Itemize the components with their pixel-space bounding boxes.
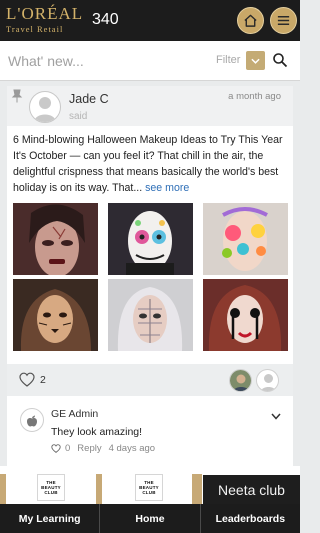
menu-button[interactable] [270, 7, 297, 34]
nav-home[interactable]: Home [100, 504, 201, 533]
search-bar: Filter [0, 41, 300, 81]
see-more-link[interactable]: see more [145, 182, 189, 194]
post-like-count: 2 [40, 374, 46, 386]
logo-subtitle: Travel Retail [6, 24, 64, 34]
promo-gold-edge [96, 474, 102, 504]
apple-icon [27, 415, 37, 426]
search-input[interactable] [8, 50, 198, 72]
commenter-avatar[interactable] [20, 408, 44, 432]
comment-like-count: 0 [65, 443, 71, 454]
chevron-down-icon[interactable] [271, 413, 281, 420]
post-image[interactable] [108, 203, 193, 275]
reply-link[interactable]: Reply [77, 443, 101, 454]
beauty-club-badge[interactable]: THE BEAUTY CLUB [37, 474, 65, 501]
nav-my-learning[interactable]: My Learning [0, 504, 101, 533]
heart-icon[interactable] [19, 372, 35, 387]
post-footer: 2 [7, 364, 293, 396]
home-button[interactable] [237, 7, 264, 34]
comment: GE Admin They look amazing! 0 Reply 4 da… [7, 402, 293, 462]
promo-gold-edge [0, 474, 6, 504]
pin-icon [11, 89, 23, 103]
heart-icon[interactable] [51, 444, 61, 453]
post-card: Jade C said a month ago 6 Mind-blowing H… [7, 86, 293, 466]
hamburger-icon [277, 16, 290, 25]
app-header: L'ORÉAL Travel Retail 340 [0, 0, 300, 41]
comment-text: They look amazing! [51, 426, 143, 438]
post-image[interactable] [203, 203, 288, 275]
comment-author[interactable]: GE Admin [51, 408, 98, 420]
loreal-travel-retail-logo[interactable]: L'ORÉAL Travel Retail [6, 4, 84, 35]
post-image-grid [13, 203, 288, 351]
author-avatar[interactable] [29, 91, 61, 123]
badge-line: CLUB [142, 490, 156, 495]
bottom-nav: My Learning Home Leaderboards [0, 504, 300, 533]
beauty-club-badge[interactable]: THE BEAUTY CLUB [135, 474, 163, 501]
post-image[interactable] [108, 279, 193, 351]
user-silhouette-icon [34, 97, 56, 122]
badge-line: CLUB [44, 490, 58, 495]
logo-brand: L'ORÉAL [6, 4, 84, 23]
liker-avatar[interactable] [229, 369, 252, 392]
neeta-club-button[interactable]: Neeta club [203, 475, 300, 504]
chevron-down-icon [251, 58, 260, 64]
post-image[interactable] [13, 203, 98, 275]
post-image[interactable] [203, 279, 288, 351]
comment-meta: 0 Reply 4 days ago [51, 443, 155, 454]
post-image[interactable] [13, 279, 98, 351]
post-said-label: said [69, 111, 88, 122]
post-timestamp: a month ago [228, 91, 281, 102]
post-body: 6 Mind-blowing Halloween Makeup Ideas to… [13, 132, 289, 196]
nav-leaderboards[interactable]: Leaderboards [201, 504, 300, 533]
promo-gold-edge [192, 474, 202, 504]
filter-dropdown-button[interactable] [246, 51, 265, 70]
comment-timestamp: 4 days ago [108, 443, 156, 454]
house-icon [244, 14, 257, 27]
search-icon[interactable] [272, 52, 288, 68]
user-silhouette-icon [260, 374, 277, 391]
points-counter: 340 [92, 11, 119, 28]
post-author[interactable]: Jade C [69, 92, 109, 106]
filter-label: Filter [216, 54, 241, 66]
post-header: Jade C said a month ago [7, 86, 293, 126]
liker-avatar[interactable] [256, 369, 279, 392]
